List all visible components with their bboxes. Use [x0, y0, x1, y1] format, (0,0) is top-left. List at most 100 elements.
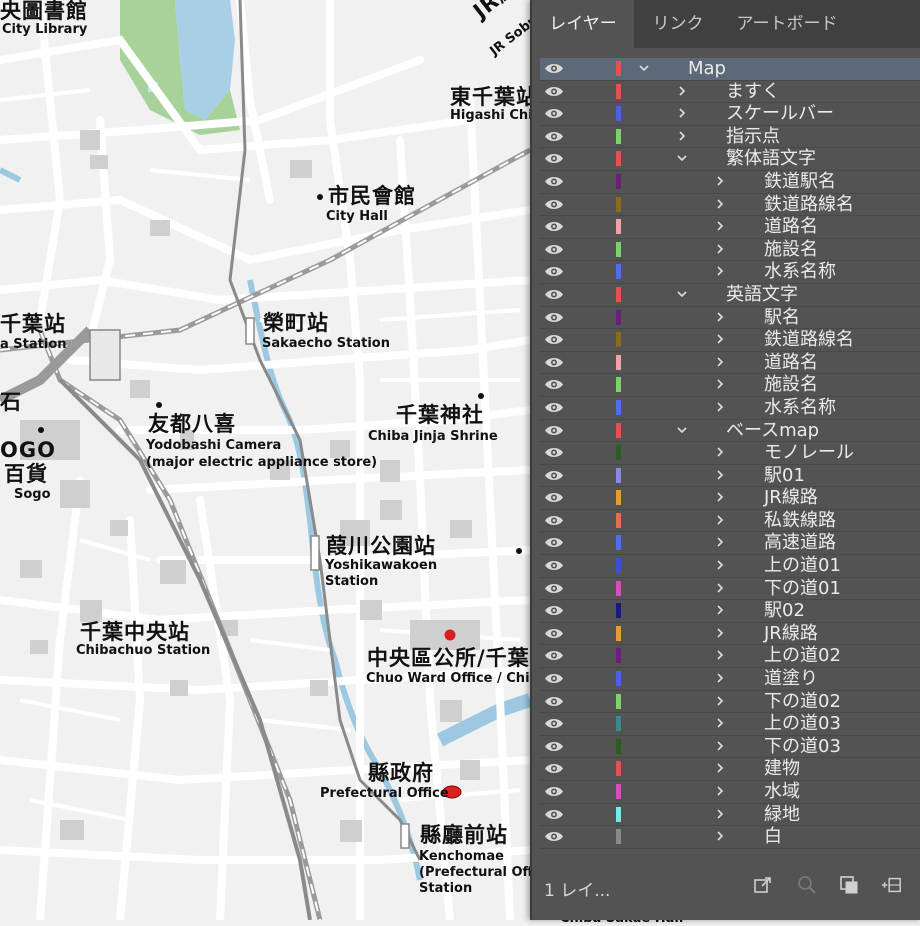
- chevron-right-icon[interactable]: [714, 310, 726, 324]
- layer-row[interactable]: 鉄道駅名: [540, 171, 920, 194]
- layer-name[interactable]: スケールバー: [726, 104, 834, 124]
- new-sublayer-icon[interactable]: [880, 874, 902, 896]
- layer-name[interactable]: 上の道01: [764, 556, 841, 576]
- visibility-eye-icon[interactable]: [544, 311, 564, 324]
- export-icon[interactable]: [752, 874, 774, 896]
- layer-name[interactable]: 私鉄線路: [764, 510, 836, 531]
- layer-name[interactable]: ますく: [726, 81, 780, 102]
- layer-row[interactable]: 道塗り: [540, 668, 920, 691]
- layer-name[interactable]: 道路名: [764, 352, 818, 373]
- layer-row[interactable]: 鉄道路線名: [540, 194, 920, 217]
- layer-name[interactable]: 高速道路: [764, 533, 836, 553]
- search-icon[interactable]: [796, 874, 818, 896]
- chevron-right-icon[interactable]: [676, 129, 688, 143]
- layer-row[interactable]: JR線路: [540, 487, 920, 510]
- layer-name[interactable]: 鉄道路線名: [764, 194, 854, 215]
- tab-artboards[interactable]: アートボード: [722, 0, 852, 48]
- layer-name[interactable]: 道塗り: [764, 669, 818, 689]
- visibility-eye-icon[interactable]: [544, 446, 564, 459]
- visibility-eye-icon[interactable]: [544, 649, 564, 662]
- chevron-right-icon[interactable]: [714, 377, 726, 391]
- layer-name[interactable]: 下の道01: [764, 578, 841, 599]
- layer-row[interactable]: 建物: [540, 758, 920, 781]
- layer-row[interactable]: 水系名称: [540, 261, 920, 284]
- chevron-right-icon[interactable]: [714, 445, 726, 459]
- layer-name[interactable]: 施設名: [764, 375, 818, 395]
- layer-row[interactable]: 繁体語文字: [540, 148, 920, 171]
- layer-row[interactable]: 駅02: [540, 600, 920, 623]
- visibility-eye-icon[interactable]: [544, 130, 564, 143]
- layer-row[interactable]: 緑地: [540, 804, 920, 827]
- visibility-eye-icon[interactable]: [544, 717, 564, 730]
- chevron-right-icon[interactable]: [714, 694, 726, 708]
- layer-name[interactable]: 水系名称: [764, 397, 836, 418]
- layer-name[interactable]: 英語文字: [726, 284, 798, 305]
- layer-name[interactable]: 駅01: [764, 465, 805, 486]
- layer-name[interactable]: Map: [688, 59, 726, 79]
- visibility-eye-icon[interactable]: [544, 604, 564, 617]
- layer-name[interactable]: 鉄道駅名: [764, 171, 836, 192]
- chevron-right-icon[interactable]: [714, 468, 726, 482]
- visibility-eye-icon[interactable]: [544, 356, 564, 369]
- visibility-eye-icon[interactable]: [544, 559, 564, 572]
- layer-row[interactable]: ベースmap: [540, 420, 920, 443]
- layer-row[interactable]: 施設名: [540, 374, 920, 397]
- layer-name[interactable]: 繁体語文字: [726, 149, 816, 169]
- layer-row[interactable]: 英語文字: [540, 284, 920, 307]
- layer-row[interactable]: 駅01: [540, 465, 920, 488]
- visibility-eye-icon[interactable]: [544, 401, 564, 414]
- visibility-eye-icon[interactable]: [544, 152, 564, 165]
- chevron-right-icon[interactable]: [714, 761, 726, 775]
- chevron-right-icon[interactable]: [714, 581, 726, 595]
- layer-row[interactable]: 下の道02: [540, 691, 920, 714]
- visibility-eye-icon[interactable]: [544, 672, 564, 685]
- visibility-eye-icon[interactable]: [544, 469, 564, 482]
- chevron-right-icon[interactable]: [714, 716, 726, 730]
- layer-name[interactable]: 下の道03: [764, 736, 841, 757]
- visibility-eye-icon[interactable]: [544, 695, 564, 708]
- layer-name[interactable]: 指示点: [726, 126, 780, 147]
- chevron-right-icon[interactable]: [714, 603, 726, 617]
- layer-row[interactable]: 鉄道路線名: [540, 329, 920, 352]
- chevron-down-icon[interactable]: [676, 151, 688, 165]
- layer-name[interactable]: 駅名: [764, 307, 800, 328]
- layer-row[interactable]: 指示点: [540, 126, 920, 149]
- layer-row[interactable]: JR線路: [540, 623, 920, 646]
- layer-name[interactable]: JR線路: [764, 623, 818, 644]
- layer-name[interactable]: モノレール: [764, 443, 854, 463]
- visibility-eye-icon[interactable]: [544, 536, 564, 549]
- layer-row[interactable]: Map: [540, 58, 920, 81]
- visibility-eye-icon[interactable]: [544, 582, 564, 595]
- visibility-eye-icon[interactable]: [544, 424, 564, 437]
- visibility-eye-icon[interactable]: [544, 198, 564, 211]
- layer-row[interactable]: ますく: [540, 81, 920, 104]
- layer-name[interactable]: 道路名: [764, 217, 818, 237]
- visibility-eye-icon[interactable]: [544, 785, 564, 798]
- layer-name[interactable]: 上の道02: [764, 646, 841, 666]
- chevron-right-icon[interactable]: [714, 807, 726, 821]
- chevron-right-icon[interactable]: [714, 332, 726, 346]
- layer-row[interactable]: 私鉄線路: [540, 510, 920, 533]
- chevron-right-icon[interactable]: [676, 106, 688, 120]
- chevron-right-icon[interactable]: [714, 626, 726, 640]
- layer-name[interactable]: 下の道02: [764, 691, 841, 712]
- layer-name[interactable]: 緑地: [764, 804, 800, 825]
- layer-row[interactable]: 水系名称: [540, 397, 920, 420]
- chevron-right-icon[interactable]: [714, 784, 726, 798]
- chevron-right-icon[interactable]: [714, 535, 726, 549]
- tab-layers[interactable]: レイヤー: [532, 0, 634, 48]
- visibility-eye-icon[interactable]: [544, 175, 564, 188]
- layer-name[interactable]: 鉄道路線名: [764, 330, 854, 350]
- chevron-right-icon[interactable]: [714, 671, 726, 685]
- visibility-eye-icon[interactable]: [544, 627, 564, 640]
- layer-name[interactable]: 建物: [764, 759, 800, 779]
- chevron-down-icon[interactable]: [638, 61, 650, 75]
- layer-row[interactable]: 駅名: [540, 307, 920, 330]
- layer-row[interactable]: 施設名: [540, 239, 920, 262]
- visibility-eye-icon[interactable]: [544, 265, 564, 278]
- chevron-right-icon[interactable]: [714, 174, 726, 188]
- visibility-eye-icon[interactable]: [544, 830, 564, 843]
- layer-name[interactable]: 白: [764, 827, 782, 847]
- layer-row[interactable]: 下の道03: [540, 736, 920, 759]
- chevron-right-icon[interactable]: [714, 219, 726, 233]
